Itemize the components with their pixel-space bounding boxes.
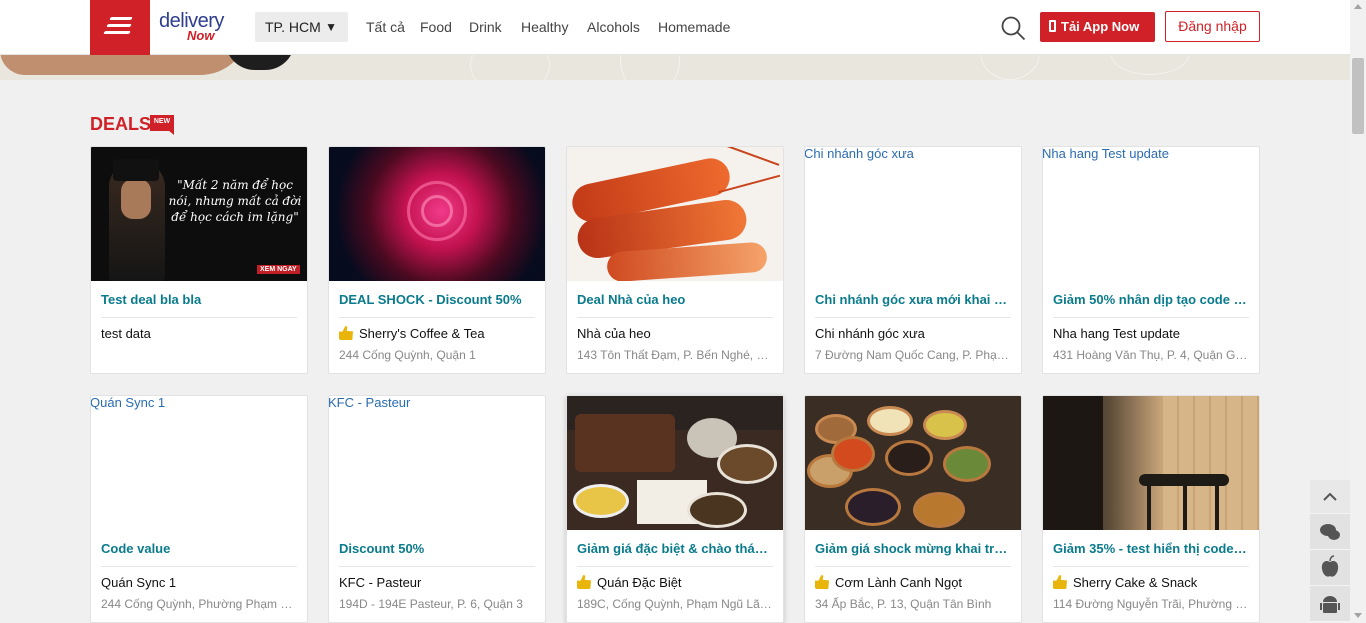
deals-heading: DEALS: [90, 114, 152, 134]
store-address: 34 Ấp Bắc, P. 13, Quận Tân Bình: [815, 597, 992, 611]
store-name: Chi nhánh góc xưa: [815, 326, 925, 341]
download-app-label: Tải App Now: [1061, 19, 1140, 34]
android-icon: [1320, 596, 1340, 613]
city-label: TP. HCM: [265, 19, 321, 35]
deal-card[interactable]: KFC - Pasteur Discount 50% KFC - Pasteur…: [328, 395, 546, 623]
store-name: Quán Đặc Biệt: [577, 575, 773, 590]
thumbs-up-icon: [339, 326, 353, 340]
deal-card[interactable]: Deal Nhà của heo Nhà của heo 143 Tôn Thấ…: [566, 146, 784, 374]
scroll-up-arrow-icon[interactable]: [1354, 4, 1362, 9]
store-address: 143 Tôn Thất Đạm, P. Bến Nghé, Quận 1: [577, 348, 773, 362]
deal-image: Quán Sync 1: [91, 396, 307, 530]
deal-card[interactable]: Chi nhánh góc xưa Chi nhánh góc xưa mới …: [804, 146, 1022, 374]
deal-card[interactable]: Giảm giá shock mừng khai trương Cơm Lành…: [804, 395, 1022, 623]
quote-text: "Mất 2 năm để học nói, nhưng mất cả đời …: [168, 178, 302, 224]
store-name: Cơm Lành Canh Ngọt: [815, 575, 1011, 590]
store-address: 244 Cống Quỳnh, Quận 1: [339, 348, 476, 362]
deal-card[interactable]: Giảm 35% - test hiển thị code thật dài S…: [1042, 395, 1260, 623]
deal-card[interactable]: "Mất 2 năm để học nói, nhưng mất cả đời …: [90, 146, 308, 374]
deal-title[interactable]: Deal Nhà của heo: [577, 292, 773, 307]
store-name: Nhà của heo: [577, 326, 651, 341]
nav-item-drink[interactable]: Drink: [469, 19, 502, 35]
store-name: KFC - Pasteur: [339, 575, 422, 590]
deal-image: Chi nhánh góc xưa: [805, 147, 1021, 281]
nav-item-homemade[interactable]: Homemade: [658, 19, 730, 35]
hero-banner-strip: [0, 55, 1350, 80]
store-address: 189C, Cống Quỳnh, Phạm Ngũ Lão, Quận 1: [577, 597, 773, 611]
top-header: delivery Now TP. HCM ▼ Tất cả Food Drink…: [0, 0, 1350, 55]
deal-card[interactable]: Quán Sync 1 Code value Quán Sync 1 244 C…: [90, 395, 308, 623]
store-address: 431 Hoàng Văn Thụ, P. 4, Quận Gò Vấp: [1053, 348, 1249, 362]
new-badge: NEW: [150, 115, 174, 135]
chevron-up-icon: [1323, 492, 1337, 501]
chevron-down-icon: ▼: [325, 20, 337, 34]
search-icon[interactable]: [1000, 15, 1026, 41]
deal-card[interactable]: Nha hang Test update Giảm 50% nhân dịp t…: [1042, 146, 1260, 374]
store-address: 7 Đường Nam Quốc Cang, P. Phạm Ngũ Lão: [815, 348, 1011, 362]
watch-now-label: XEM NGAY: [257, 265, 300, 274]
nav-item-healthy[interactable]: Healthy: [521, 19, 568, 35]
logo-line2: Now: [187, 28, 215, 43]
deal-image: [329, 147, 545, 281]
thumbs-up-icon: [1053, 575, 1067, 589]
deal-image: Nha hang Test update: [1043, 147, 1259, 281]
thumbs-up-icon: [815, 575, 829, 589]
thumbs-up-icon: [577, 575, 591, 589]
nav-item-alcohols[interactable]: Alcohols: [587, 19, 640, 35]
deal-title[interactable]: Giảm giá shock mừng khai trương: [815, 541, 1011, 556]
download-app-button[interactable]: Tải App Now: [1040, 12, 1155, 42]
scrollbar-thumb[interactable]: [1352, 58, 1364, 134]
deal-image: [567, 396, 783, 530]
nav-item-all[interactable]: Tất cả: [366, 19, 405, 35]
store-address: 244 Cống Quỳnh, Phường Phạm Ngũ Lão: [101, 597, 297, 611]
menu-logo-icon[interactable]: [90, 0, 150, 55]
floating-toolbar: [1310, 480, 1350, 623]
store-name: Quán Sync 1: [101, 575, 177, 590]
store-name: Sherry Cake & Snack: [1053, 575, 1249, 590]
store-name: test data: [101, 326, 151, 341]
brand-logo[interactable]: delivery Now: [159, 10, 239, 44]
store-address: 194D - 194E Pasteur, P. 6, Quận 3: [339, 597, 523, 611]
deal-card[interactable]: DEAL SHOCK - Discount 50% Sherry's Coffe…: [328, 146, 546, 374]
chat-button[interactable]: [1310, 514, 1350, 550]
deal-image: [1043, 396, 1259, 530]
android-app-button[interactable]: [1310, 586, 1350, 622]
image-alt-text: Chi nhánh góc xưa: [805, 147, 914, 161]
deal-image: [567, 147, 783, 281]
store-name: Sherry's Coffee & Tea: [339, 326, 535, 341]
deal-image: KFC - Pasteur: [329, 396, 545, 530]
deal-title[interactable]: Test deal bla bla: [101, 292, 297, 307]
city-selector[interactable]: TP. HCM ▼: [255, 12, 348, 42]
login-button[interactable]: Đăng nhập: [1165, 11, 1260, 42]
scroll-top-button[interactable]: [1310, 480, 1350, 514]
mobile-phone-icon: [1049, 20, 1056, 32]
deal-title[interactable]: Discount 50%: [339, 541, 535, 556]
apple-icon: [1321, 555, 1339, 577]
image-alt-text: Nha hang Test update: [1043, 147, 1169, 161]
store-name: Nha hang Test update: [1053, 326, 1180, 341]
deal-card[interactable]: Giảm giá đặc biệt & chào tháng mới Quán …: [566, 395, 784, 623]
ios-app-button[interactable]: [1310, 550, 1350, 586]
image-alt-text: KFC - Pasteur: [329, 396, 411, 410]
deal-title[interactable]: Giảm giá đặc biệt & chào tháng mới: [577, 541, 773, 556]
chat-icon: [1320, 524, 1340, 540]
deal-image: [805, 396, 1021, 530]
store-address: 114 Đường Nguyễn Trãi, Phường Bến Thành: [1053, 597, 1249, 611]
deal-image: "Mất 2 năm để học nói, nhưng mất cả đời …: [91, 147, 307, 281]
deal-title[interactable]: DEAL SHOCK - Discount 50%: [339, 292, 535, 307]
deal-title[interactable]: Giảm 50% nhân dịp tạo code mới: [1053, 292, 1249, 307]
deal-title[interactable]: Code value: [101, 541, 297, 556]
image-alt-text: Quán Sync 1: [91, 396, 166, 410]
deal-title[interactable]: Chi nhánh góc xưa mới khai trương: [815, 292, 1011, 307]
deal-title[interactable]: Giảm 35% - test hiển thị code thật dài: [1053, 541, 1249, 556]
scroll-down-arrow-icon[interactable]: [1354, 613, 1362, 618]
nav-item-food[interactable]: Food: [420, 19, 452, 35]
page-scrollbar[interactable]: [1350, 0, 1366, 623]
